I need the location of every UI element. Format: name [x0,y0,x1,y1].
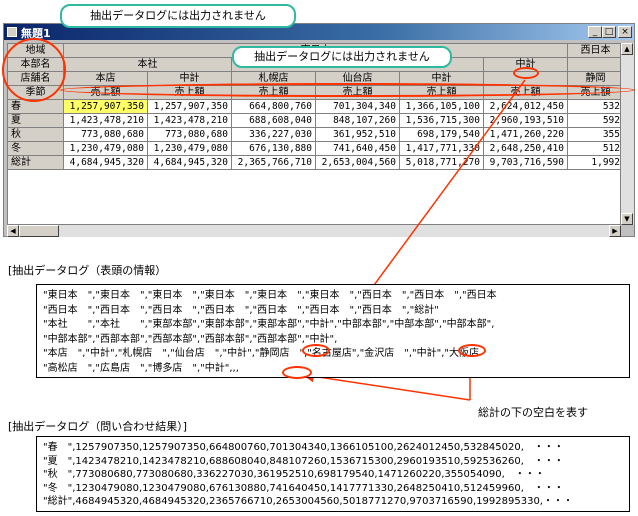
result-log-line: "冬 ",1230479080,1230479080,676130880,741… [43,482,564,494]
header-log-line: "本社 ","本社 ","東部本部","東部本部","東部本部","中計","中… [43,319,495,330]
header-log-box: "東日本 ","東日本 ","東日本 ","東日本 ","東日本 ","東日本 … [36,284,630,378]
result-log-line: "春 ",1257907350,1257907350,664800760,701… [43,442,564,453]
header-log-line: "西日本 ","西日本 ","西日本 ","西日本 ","西日本 ","西日本 … [43,304,439,316]
log-ellipse-a [302,344,330,357]
header-log-line: "本店 ","中計","札幌店 ","仙台店 ","中計","静岡店 ","名古… [43,348,480,359]
result-log-line: "夏 ",1423478210,1423478210,688608040,848… [43,455,564,467]
log-ellipse-b [458,344,486,357]
result-log-box: "春 ",1257907350,1257907350,664800760,701… [36,436,630,512]
result-log-line: "総計",4684945320,4684945320,2365766710,26… [43,496,573,507]
result-log-line: "秋 ",773080680,773080680,336227030,36195… [43,469,545,480]
result-log-title: [抽出データログ（問い合わせ結果）] [8,420,188,433]
header-log-line: "高松店 ","広島店 ","博多店 ","中計",,, [43,362,239,374]
annotation-note: 総計の下の空白を表す [478,406,588,419]
arrow-from-note [302,370,471,401]
header-log-title: [抽出データログ（表頭の情報） [8,264,167,277]
header-log-line: "中部本部","西部本部","西部本部","西部本部","西部本部","中計", [43,333,338,345]
header-log-line: "東日本 ","東日本 ","東日本 ","東日本 ","東日本 ","東日本 … [43,290,497,301]
log-ellipse-c [282,366,312,379]
